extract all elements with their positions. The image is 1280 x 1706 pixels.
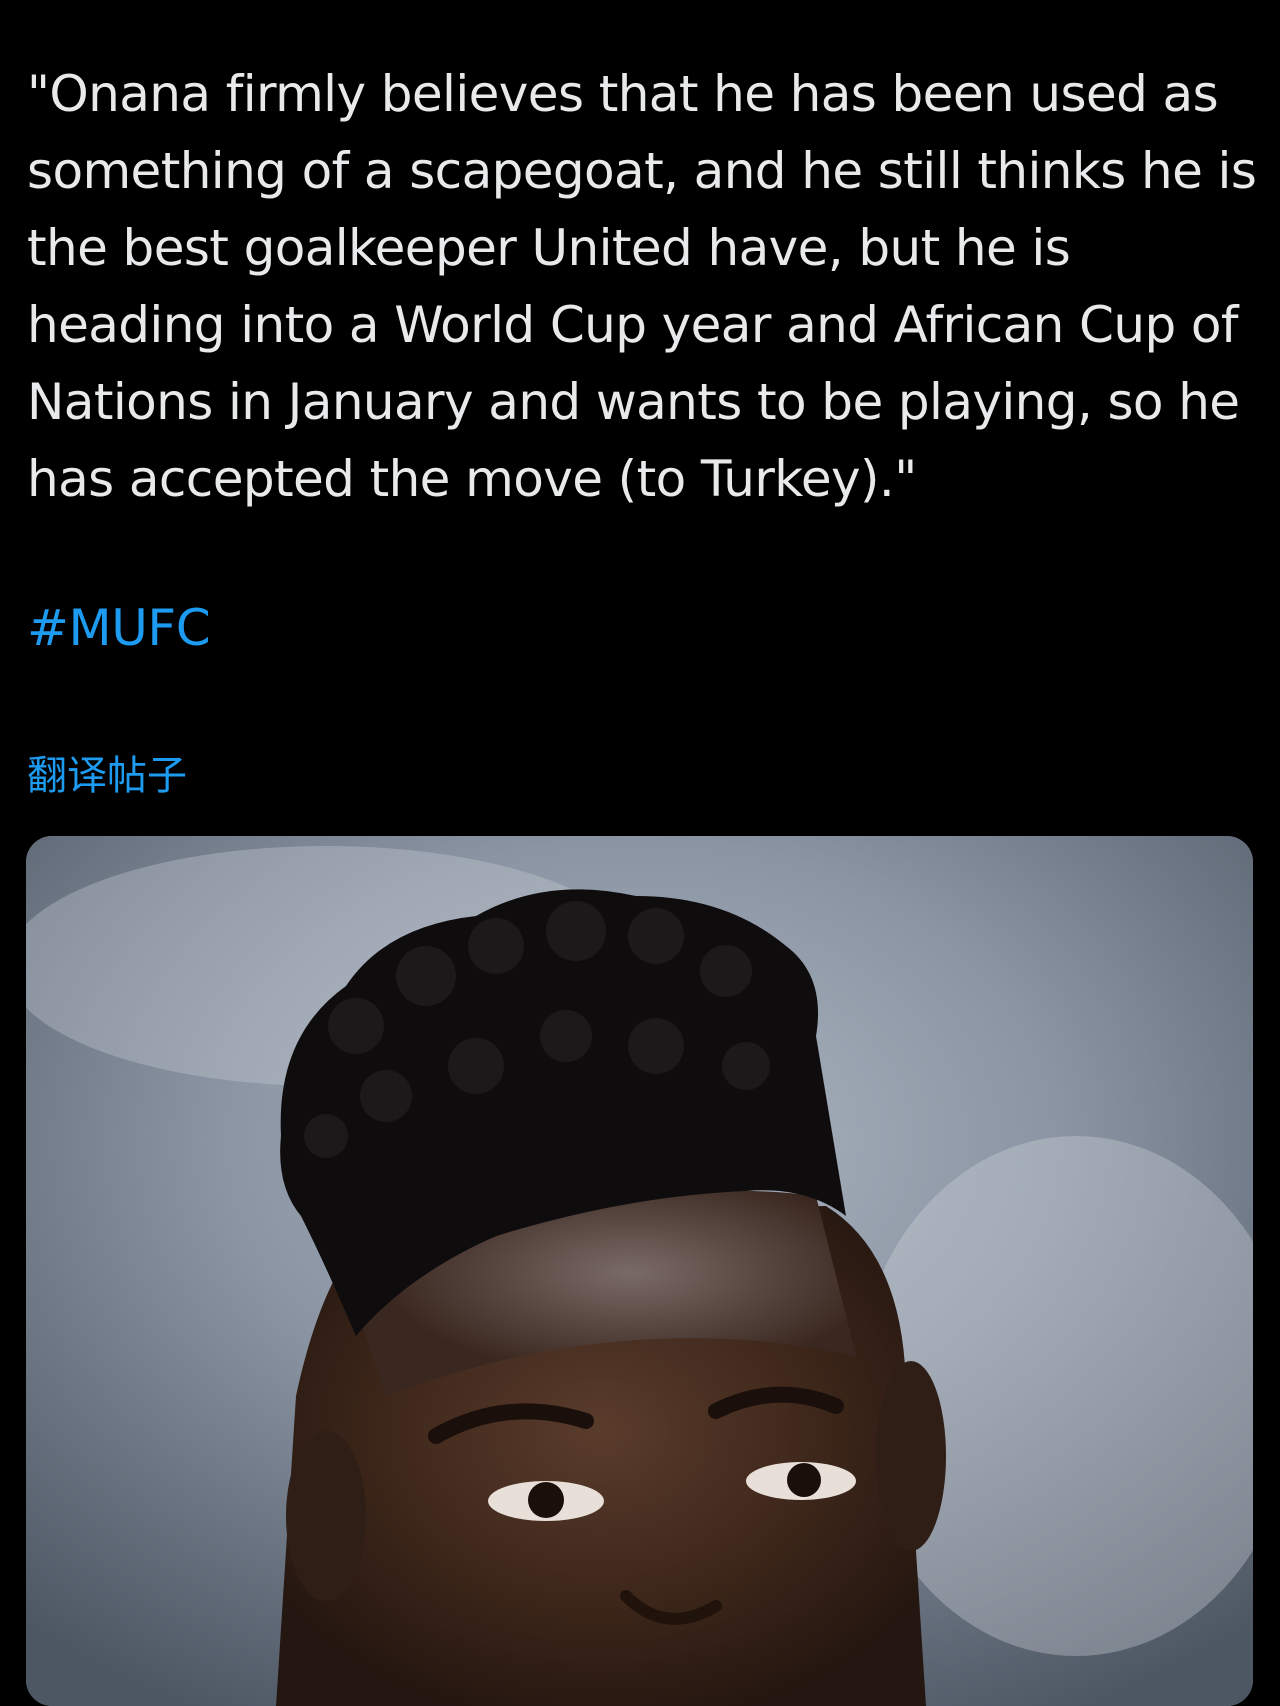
tweet-text: "Onana firmly believes that he has been … (27, 65, 1257, 508)
player-portrait-image (26, 836, 1253, 1706)
tweet-media-photo[interactable] (26, 836, 1253, 1706)
hashtag-link[interactable]: #MUFC (27, 594, 211, 662)
translate-post-button[interactable]: 翻译帖子 (27, 748, 187, 804)
